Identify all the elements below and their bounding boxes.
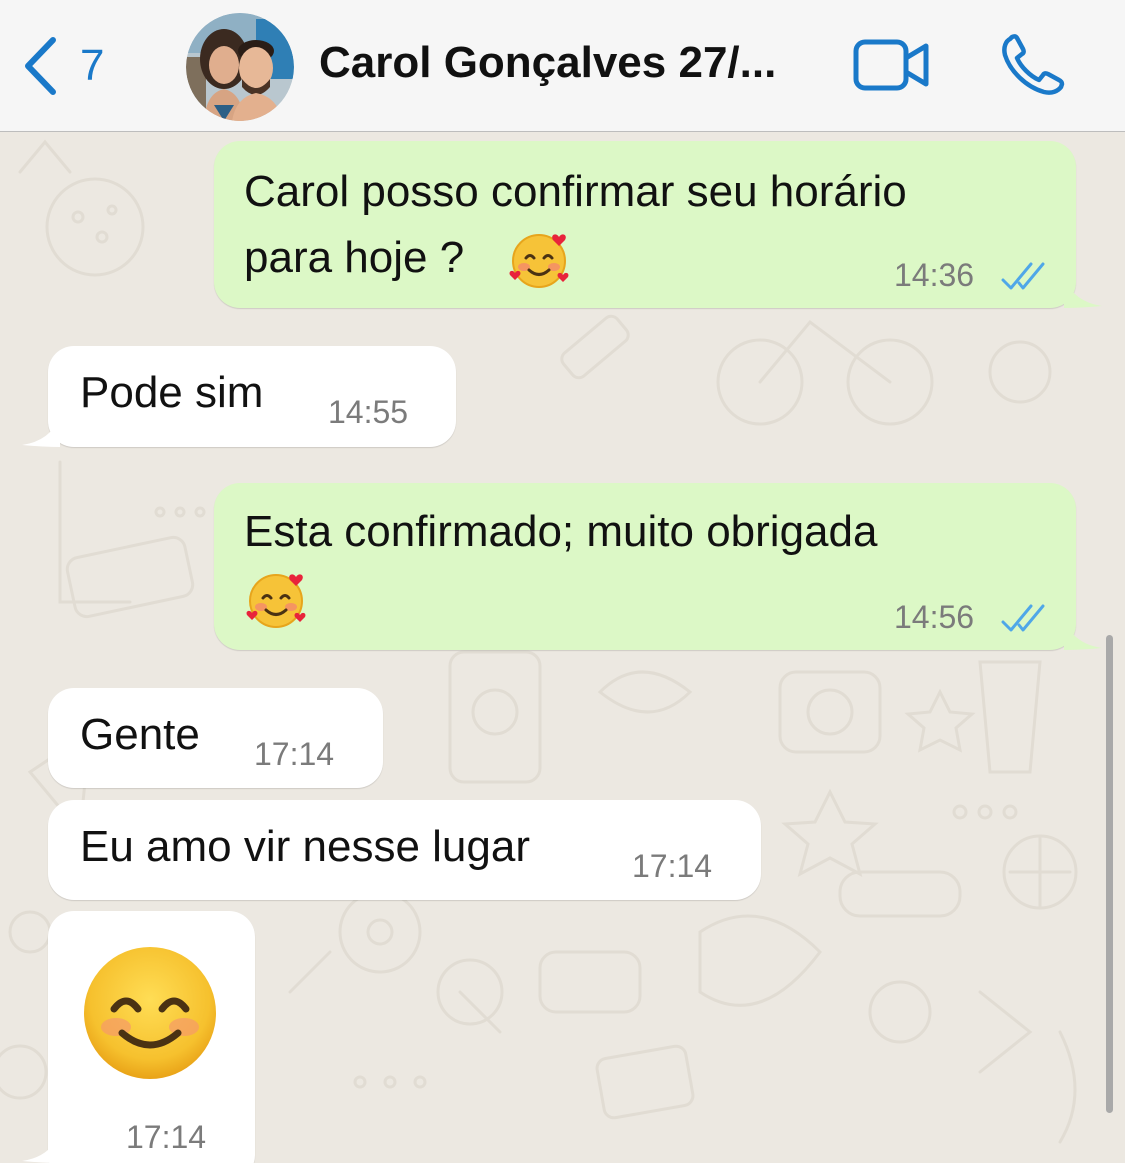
outgoing-message[interactable]: Esta confirmado; muito obrigada 14:56: [214, 483, 1102, 650]
smiling-face-with-hearts-emoji: [507, 227, 571, 296]
back-button[interactable]: 7: [22, 34, 104, 98]
message-time: 14:36: [894, 257, 975, 293]
chat-header: 7 Carol Gonçalves 27/...: [0, 0, 1125, 132]
incoming-message[interactable]: 17:14: [22, 911, 255, 1163]
bubble-tail: [22, 417, 60, 447]
bubble-tail: [22, 1133, 60, 1163]
message-time: 14:56: [894, 599, 975, 635]
unread-count: 7: [80, 41, 105, 90]
bubble-tail: [1064, 620, 1102, 650]
chevron-left-icon: [22, 36, 58, 96]
double-check-icon: [1000, 261, 1046, 296]
message-text: Carol posso confirmar seu horário: [244, 167, 907, 216]
incoming-message[interactable]: Gente 17:14: [48, 688, 383, 788]
smiling-face-with-hearts-emoji: [244, 567, 308, 636]
message-text: Gente: [80, 710, 200, 759]
phone-icon[interactable]: [1000, 33, 1068, 102]
message-text: Eu amo vir nesse lugar: [80, 822, 530, 871]
incoming-message[interactable]: Pode sim 14:55: [22, 346, 456, 447]
message-time: 14:55: [328, 394, 409, 430]
incoming-message[interactable]: Eu amo vir nesse lugar 17:14: [48, 800, 761, 900]
message-time: 17:14: [126, 1119, 207, 1155]
outgoing-message[interactable]: Carol posso confirmar seu horário para h…: [214, 141, 1102, 308]
chat-area[interactable]: Carol posso confirmar seu horário para h…: [0, 132, 1125, 1163]
message-time: 17:14: [632, 848, 713, 884]
message-text: para hoje ?: [244, 233, 465, 282]
message-time: 17:14: [254, 736, 335, 772]
bubble-tail: [1064, 278, 1102, 308]
double-check-icon: [1000, 603, 1046, 638]
video-camera-icon[interactable]: [852, 38, 932, 97]
message-text: Esta confirmado; muito obrigada: [244, 507, 878, 556]
scrollbar[interactable]: [1106, 635, 1113, 1113]
smiling-face-with-smiling-eyes-emoji: [82, 945, 218, 1086]
message-text: Pode sim: [80, 368, 264, 417]
contact-name[interactable]: Carol Gonçalves 27/...: [319, 38, 776, 88]
avatar[interactable]: [186, 13, 294, 121]
